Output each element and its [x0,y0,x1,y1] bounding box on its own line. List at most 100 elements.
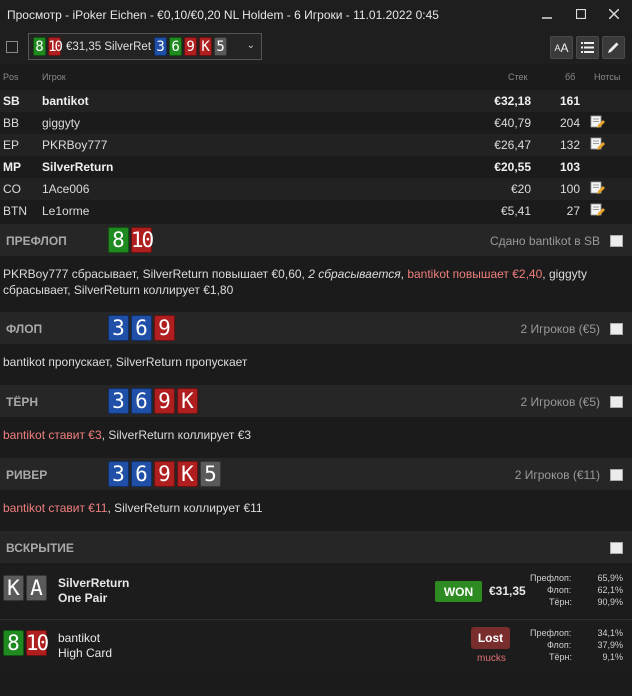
equity-value: 9,1% [602,652,623,662]
equity-value: 62,1% [597,585,623,595]
equity-label: Тёрн: [549,652,572,662]
equity-value: 65,9% [597,573,623,583]
note-icon[interactable] [610,323,623,335]
action-segment: 2 сбрасывается [308,267,401,281]
street-name: ТЁРН [6,395,39,409]
street-info: 2 Игроков (€5) [520,395,600,409]
player-note-icon[interactable] [590,137,605,151]
street-cards: 369K5 [108,461,223,487]
player-name: PKRBoy777 [42,138,108,152]
street-turn: ТЁРН 369K 2 Игроков (€5) [0,385,632,417]
showdown-player-name: SilverReturn [58,576,130,590]
card: 8 [3,630,24,656]
equity-value: 37,9% [597,640,623,650]
combo-board-cards: 369K5 [154,37,229,56]
street-cards: 369 [108,315,177,341]
street-showdown: ВСКРЫТИЕ [0,531,632,563]
hand-select-dropdown[interactable]: 8 10 €31,35 SilverRet 369K5 ⌄ [28,33,262,60]
card: K [199,37,213,56]
card: 6 [131,315,152,341]
card: 3 [108,461,129,487]
player-row[interactable]: BB giggyty €40,79 204 [0,112,632,134]
player-note-icon[interactable] [590,115,605,129]
player-note-icon[interactable] [590,181,605,195]
pencil-icon [608,42,619,53]
player-row[interactable]: CO 1Ace006 €20 100 [0,178,632,200]
turn-actions: bantikot ставит €3, SilverReturn коллиру… [3,427,603,443]
hand-select-checkbox[interactable] [6,41,18,53]
street-name: ФЛОП [6,322,43,336]
player-bb: 27 [566,204,580,218]
card: 6 [131,388,152,414]
street-cards: 8 10 [108,227,154,253]
player-row[interactable]: SB bantikot €32,18 161 [0,90,632,112]
note-icon[interactable] [610,542,623,554]
player-name: 1Ace006 [42,182,90,196]
player-row[interactable]: EP PKRBoy777 €26,47 132 [0,134,632,156]
showdown-cards: 8 10 [3,630,49,656]
maximize-icon[interactable] [570,3,592,25]
equity-label: Префлоп: [530,573,572,583]
street-name: ПРЕФЛОП [6,234,67,248]
col-bb-header: бб [565,72,576,82]
river-actions: bantikot ставит €11, SilverReturn коллир… [3,500,603,516]
note-icon[interactable] [610,235,623,247]
equity-value: 34,1% [597,628,623,638]
street-name: РИВЕР [6,468,48,482]
action-segment: bantikot ставит €11 [3,501,108,515]
street-info: Сдано bantikot в SB [489,234,600,248]
edit-button[interactable] [602,36,625,59]
player-name: SilverReturn [42,160,114,174]
note-icon[interactable] [610,396,623,408]
note-icon[interactable] [610,469,623,481]
won-badge: WON [435,581,482,602]
player-pos: MP [3,160,21,174]
col-stack-header: Стек [508,72,528,82]
card: 8 [108,227,129,253]
action-segment: , SilverReturn коллирует €11 [107,501,263,515]
player-pos: BTN [3,204,27,218]
player-pos: CO [3,182,21,196]
player-note-icon[interactable] [590,203,605,217]
font-size-button[interactable]: AA [550,36,573,59]
minimize-icon[interactable] [536,3,558,25]
equity-label: Флоп: [547,585,572,595]
player-bb: 204 [559,116,580,130]
player-stack: €26,47 [494,138,531,152]
player-stack: €20,55 [494,160,531,174]
street-river: РИВЕР 369K5 2 Игроков (€11) [0,458,632,490]
player-row[interactable]: BTN Le1orme €5,41 27 [0,200,632,222]
player-stack: €40,79 [494,116,531,130]
player-pos: SB [3,94,20,108]
card: 10 [25,630,49,656]
list-view-button[interactable] [576,36,599,59]
card: 5 [214,37,228,56]
card: 9 [154,315,175,341]
card: 9 [154,461,175,487]
showdown-hand: One Pair [58,591,108,605]
font-size-icon: A [560,40,569,55]
card: 6 [131,461,152,487]
player-bb: 161 [559,94,580,108]
action-segment: PKRBoy777 сбрасывает, SilverReturn повыш… [3,267,309,281]
equity-label: Префлоп: [530,628,572,638]
player-name: giggyty [42,116,81,130]
card: K [3,575,24,601]
card: 6 [169,37,183,56]
player-row[interactable]: MP SilverReturn €20,55 103 [0,156,632,178]
combo-hole-cards: 8 10 [33,37,63,56]
street-preflop: ПРЕФЛОП 8 10 Сдано bantikot в SB [0,224,632,256]
player-stack: €20 [510,182,531,196]
showdown-hand: High Card [58,646,113,660]
street-info: 2 Игроков (€5) [520,322,600,336]
won-amount: €31,35 [489,584,526,598]
card: K [177,388,198,414]
action-segment: bantikot пропускает, SilverReturn пропус… [3,355,248,369]
equity-label: Тёрн: [549,597,572,607]
player-name: Le1orme [42,204,90,218]
close-icon[interactable] [603,3,625,25]
mucks-label: mucks [477,653,506,664]
player-stack: €5,41 [500,204,531,218]
action-segment: bantikot ставит €3 [3,428,102,442]
card: A [26,575,47,601]
